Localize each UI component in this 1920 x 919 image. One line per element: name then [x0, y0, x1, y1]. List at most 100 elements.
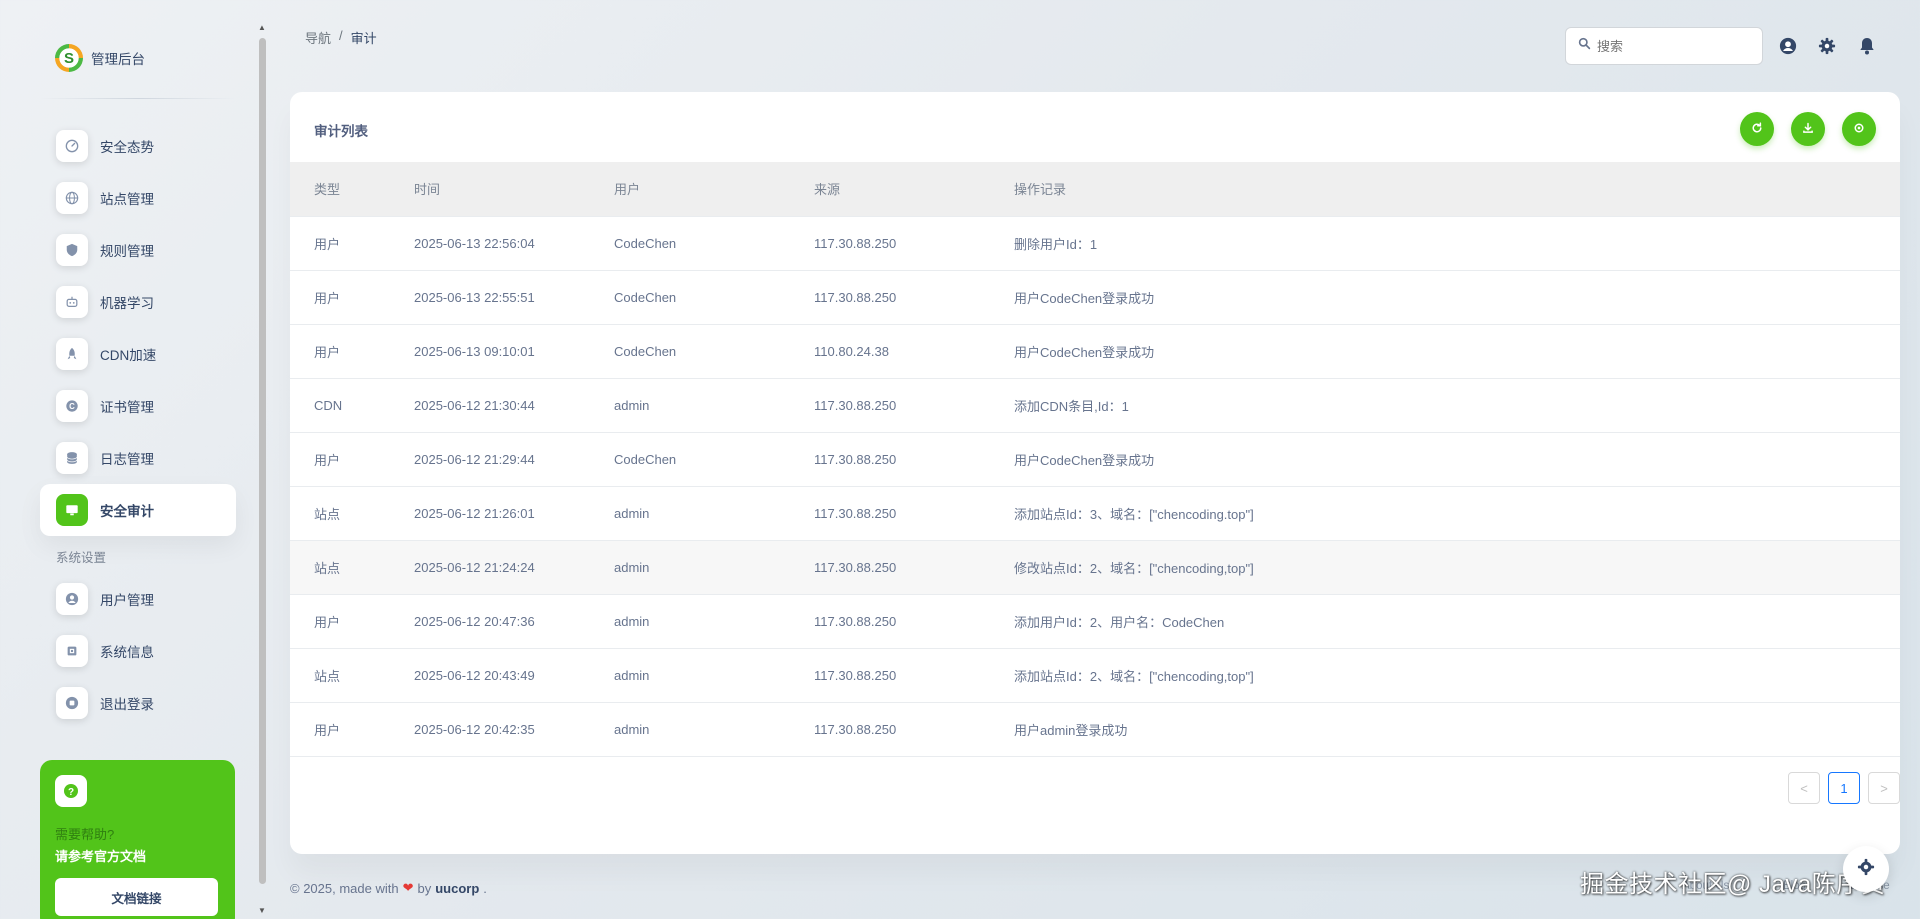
cell-operation: 添加用户Id：2、用户名：CodeChen — [1014, 614, 1225, 630]
column-header[interactable]: 操作记录 — [990, 162, 1900, 216]
column-header[interactable]: 用户 — [590, 162, 790, 216]
search-input[interactable] — [1597, 38, 1747, 54]
cell-type: 用户 — [314, 290, 341, 306]
sidebar-item-label: 系统信息 — [100, 645, 154, 660]
column-header[interactable]: 类型 — [290, 162, 390, 216]
table-row[interactable]: 用户 2025-06-13 09:10:01 CodeChen 110.80.24.3… — [290, 324, 1900, 378]
table-row[interactable]: 站点 2025-06-12 21:26:01 admin 117.30.88.250 添… — [290, 486, 1900, 540]
footer-brand-link[interactable]: uucorp — [435, 881, 479, 896]
search-box[interactable] — [1565, 27, 1763, 65]
footer: © 2025, made with ❤ by uucorp. — [290, 880, 487, 896]
refresh-icon — [1751, 121, 1763, 137]
gear-icon — [1857, 858, 1875, 881]
settings-fab[interactable] — [1843, 846, 1889, 892]
cell-operation: 添加站点Id：2、域名：["chencoding,top"] — [1014, 668, 1254, 684]
table-row[interactable]: 站点 2025-06-12 21:24:24 admin 117.30.88.250 修… — [290, 540, 1900, 594]
user-circle-icon — [56, 583, 88, 615]
cell-time: 2025-06-13 22:56:04 — [414, 235, 535, 251]
next-page-button[interactable]: > — [1868, 772, 1900, 804]
sidebar-item[interactable]: 安全态势 — [40, 120, 236, 172]
breadcrumb: 导航 / 审计 — [305, 28, 377, 47]
brand-name: 管理后台 — [91, 52, 145, 67]
cell-time: 2025-06-12 21:29:44 — [414, 451, 535, 467]
sidebar-item-label: 用户管理 — [100, 593, 154, 608]
sidebar-item-label: 站点管理 — [100, 192, 154, 207]
monitor-icon — [56, 494, 88, 526]
cell-time: 2025-06-13 09:10:01 — [414, 343, 535, 359]
cell-time: 2025-06-12 21:30:44 — [414, 397, 535, 413]
scroll-down-icon[interactable]: ▼ — [258, 907, 266, 915]
table-row[interactable]: 用户 2025-06-12 21:29:44 CodeChen 117.30.88.2… — [290, 432, 1900, 486]
table-row[interactable]: 用户 2025-06-12 20:42:35 admin 117.30.88.250 用… — [290, 702, 1900, 756]
prev-page-button[interactable]: < — [1788, 772, 1820, 804]
cell-operation: 删除用户Id：1 — [1014, 236, 1098, 252]
cell-operation: 添加站点Id：3、域名：["chencoding.top"] — [1014, 506, 1254, 522]
cell-time: 2025-06-12 20:47:36 — [414, 613, 535, 629]
bell-icon[interactable] — [1857, 36, 1877, 56]
table-row[interactable]: 用户 2025-06-12 20:47:36 admin 117.30.88.250 添… — [290, 594, 1900, 648]
refresh-button[interactable] — [1740, 112, 1774, 146]
cell-user: CodeChen — [614, 289, 677, 305]
cell-source: 117.30.88.250 — [814, 235, 897, 251]
sidebar-item[interactable]: 退出登录 — [40, 677, 236, 729]
brand[interactable]: S 管理后台 — [55, 44, 145, 72]
table-body: 用户 2025-06-13 22:56:04 CodeChen 117.30.88.2… — [290, 216, 1900, 756]
scrollbar-thumb[interactable] — [259, 38, 266, 884]
gear-icon[interactable] — [1817, 36, 1837, 56]
help-subtitle: 请参考官方文档 — [55, 849, 147, 864]
cell-source: 117.30.88.250 — [814, 667, 897, 683]
column-header[interactable]: 来源 — [790, 162, 990, 216]
sidebar-item[interactable]: 规则管理 — [40, 224, 236, 276]
svg-text:C: C — [69, 402, 75, 411]
cell-user: admin — [614, 667, 650, 683]
sidebar-item[interactable]: 机器学习 — [40, 276, 236, 328]
sidebar-item[interactable]: 站点管理 — [40, 172, 236, 224]
cell-user: admin — [614, 505, 650, 521]
sidebar-item-label: 规则管理 — [100, 244, 154, 259]
globe-icon — [56, 182, 88, 214]
sidebar-item[interactable]: 日志管理 — [40, 432, 236, 484]
cell-time: 2025-06-12 21:24:24 — [414, 559, 535, 575]
cell-operation: 用户admin登录成功 — [1014, 722, 1128, 738]
user-circle-icon[interactable] — [1778, 36, 1798, 56]
docs-link-button[interactable]: 文档链接 — [55, 878, 218, 916]
cell-source: 117.30.88.250 — [814, 721, 897, 737]
sidebar-item[interactable]: 安全审计 — [40, 484, 236, 536]
page-number-button[interactable]: 1 — [1828, 772, 1860, 804]
footer-by: by — [417, 880, 432, 896]
cell-user: admin — [614, 559, 650, 575]
breadcrumb-current: 审计 — [350, 31, 377, 46]
breadcrumb-root[interactable]: 导航 — [305, 28, 331, 47]
cell-source: 117.30.88.250 — [814, 289, 897, 305]
download-button[interactable] — [1791, 112, 1825, 146]
footer-prefix: © 2025, made with — [290, 880, 399, 896]
sidebar-item[interactable]: CDN加速 — [40, 328, 236, 380]
table-row[interactable]: 用户 2025-06-13 22:56:04 CodeChen 117.30.88.2… — [290, 216, 1900, 270]
cell-source: 117.30.88.250 — [814, 451, 897, 467]
card-title: 审计列表 — [314, 124, 368, 139]
settings-button[interactable] — [1842, 112, 1876, 146]
cell-type: 站点 — [314, 668, 341, 684]
sidebar-scrollbar[interactable]: ▲ ▼ — [256, 22, 268, 919]
shield-icon — [56, 234, 88, 266]
cell-user: CodeChen — [614, 343, 677, 359]
cell-time: 2025-06-13 22:55:51 — [414, 289, 535, 305]
table-header: 类型 时间 用户 来源 操作记录 — [290, 162, 1900, 216]
watermark: 掘金技术社区@ Java陈序员 — [1580, 871, 1886, 898]
sidebar-item[interactable]: C 证书管理 — [40, 380, 236, 432]
cell-source: 117.30.88.250 — [814, 505, 897, 521]
table-row[interactable]: 用户 2025-06-13 22:55:51 CodeChen 117.30.88.2… — [290, 270, 1900, 324]
sidebar-item-label: 退出登录 — [100, 697, 154, 712]
column-header[interactable]: 时间 — [390, 162, 590, 216]
cell-source: 110.80.24.38 — [814, 343, 889, 359]
table-row[interactable]: 站点 2025-06-12 20:43:49 admin 117.30.88.250 添… — [290, 648, 1900, 702]
cell-operation: 用户CodeChen登录成功 — [1014, 344, 1155, 360]
sidebar-item[interactable]: 系统信息 — [40, 625, 236, 677]
scroll-up-icon[interactable]: ▲ — [258, 24, 266, 32]
cell-operation: 修改站点Id：2、域名：["chencoding,top"] — [1014, 560, 1254, 576]
sidebar-divider — [40, 98, 236, 99]
sidebar-item[interactable]: 用户管理 — [40, 573, 236, 625]
download-icon — [1802, 122, 1814, 137]
table-row[interactable]: CDN 2025-06-12 21:30:44 admin 117.30.88.250… — [290, 378, 1900, 432]
cell-user: CodeChen — [614, 451, 677, 467]
